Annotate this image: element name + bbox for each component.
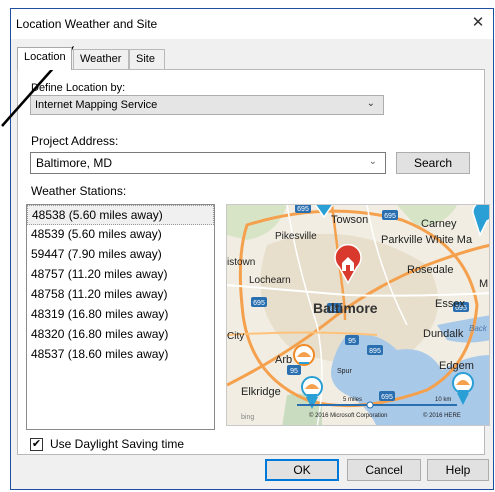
location-weather-site-dialog: Location Weather and Site ✕ Location Wea… (10, 8, 494, 490)
project-address-label: Project Address: (31, 134, 119, 148)
project-address-value: Baltimore, MD (36, 156, 113, 170)
map-label-edgem: Edgem (439, 360, 474, 372)
location-map[interactable]: 695 695 695 695 83 95 895 95 695 Towson … (226, 204, 490, 426)
list-item[interactable]: 48758 (11.20 miles away) (27, 285, 214, 305)
cancel-button[interactable]: Cancel (347, 459, 421, 481)
map-label-istown: istown (227, 257, 255, 268)
define-location-select[interactable]: Internet Mapping Service ⌄ (30, 95, 384, 115)
route-shield: 895 (369, 348, 381, 355)
define-location-label: Define Location by: (31, 82, 126, 94)
map-attribution-ms: © 2016 Microsoft Corporation (309, 412, 387, 419)
daylight-saving-checkbox[interactable]: ✔ (30, 438, 43, 451)
help-button[interactable]: Help (427, 459, 489, 481)
chevron-down-icon: ⌄ (368, 156, 377, 167)
tab-site[interactable]: Site (129, 49, 165, 69)
list-item[interactable]: 48537 (18.60 miles away) (27, 345, 214, 365)
map-label-dundalk: Dundalk (423, 328, 464, 340)
map-label-parkville: Parkville White Ma (381, 234, 473, 246)
scale-km: 10 km (435, 397, 451, 403)
chevron-down-icon: ⌄ (366, 98, 375, 109)
close-icon[interactable]: ✕ (469, 14, 487, 32)
map-label-essex: Essex (435, 298, 465, 310)
map-label-elkridge: Elkridge (241, 386, 281, 398)
map-label-spur: Spur (337, 368, 352, 375)
project-address-input[interactable]: Baltimore, MD ⌄ (30, 152, 386, 174)
route-shield: 695 (253, 300, 265, 307)
route-shield: 695 (297, 206, 309, 213)
weather-stations-label: Weather Stations: (31, 184, 127, 198)
list-item[interactable]: 48319 (16.80 miles away) (27, 305, 214, 325)
route-shield: 695 (384, 213, 396, 220)
map-label-back-river: Back River (469, 324, 490, 333)
weather-station-pin-icon (293, 344, 315, 366)
map-label-arb: Arb (275, 354, 292, 366)
map-canvas: 695 695 695 695 83 95 895 95 695 Towson … (227, 205, 490, 425)
list-item[interactable]: 48320 (16.80 miles away) (27, 325, 214, 345)
title-bar: Location Weather and Site ✕ (11, 9, 493, 39)
map-label-m: M (479, 278, 488, 290)
map-label-baltimore: Baltimore (313, 300, 378, 316)
dialog-title: Location Weather and Site (16, 17, 158, 31)
map-label-carney: Carney (421, 218, 457, 230)
route-shield: 95 (290, 368, 298, 375)
scale-miles: 5 miles (343, 397, 362, 403)
location-tab-panel: Define Location by: Internet Mapping Ser… (17, 69, 490, 455)
route-shield: 95 (348, 338, 356, 345)
map-label-towson: Towson (331, 214, 368, 226)
tab-weather[interactable]: Weather (73, 49, 129, 69)
list-item[interactable]: 59447 (7.90 miles away) (27, 245, 214, 265)
daylight-saving-label: Use Daylight Saving time (50, 437, 185, 451)
tab-location[interactable]: Location (17, 47, 72, 70)
map-label-pikesville: Pikesville (275, 231, 317, 242)
weather-stations-list[interactable]: 48538 (5.60 miles away) 48539 (5.60 mile… (26, 204, 215, 430)
map-label-city: City (227, 331, 244, 342)
map-label-rosedale: Rosedale (407, 264, 453, 276)
list-item[interactable]: 48757 (11.20 miles away) (27, 265, 214, 285)
define-location-value: Internet Mapping Service (35, 99, 158, 111)
map-attribution-here: © 2016 HERE (423, 412, 461, 419)
search-button[interactable]: Search (396, 152, 470, 174)
route-shield: 695 (381, 394, 393, 401)
bing-logo: bing (241, 414, 254, 421)
list-item[interactable]: 48538 (5.60 miles away) (27, 205, 214, 225)
list-item[interactable]: 48539 (5.60 miles away) (27, 225, 214, 245)
ok-button[interactable]: OK (265, 459, 339, 481)
map-label-lochearn: Lochearn (249, 275, 291, 286)
